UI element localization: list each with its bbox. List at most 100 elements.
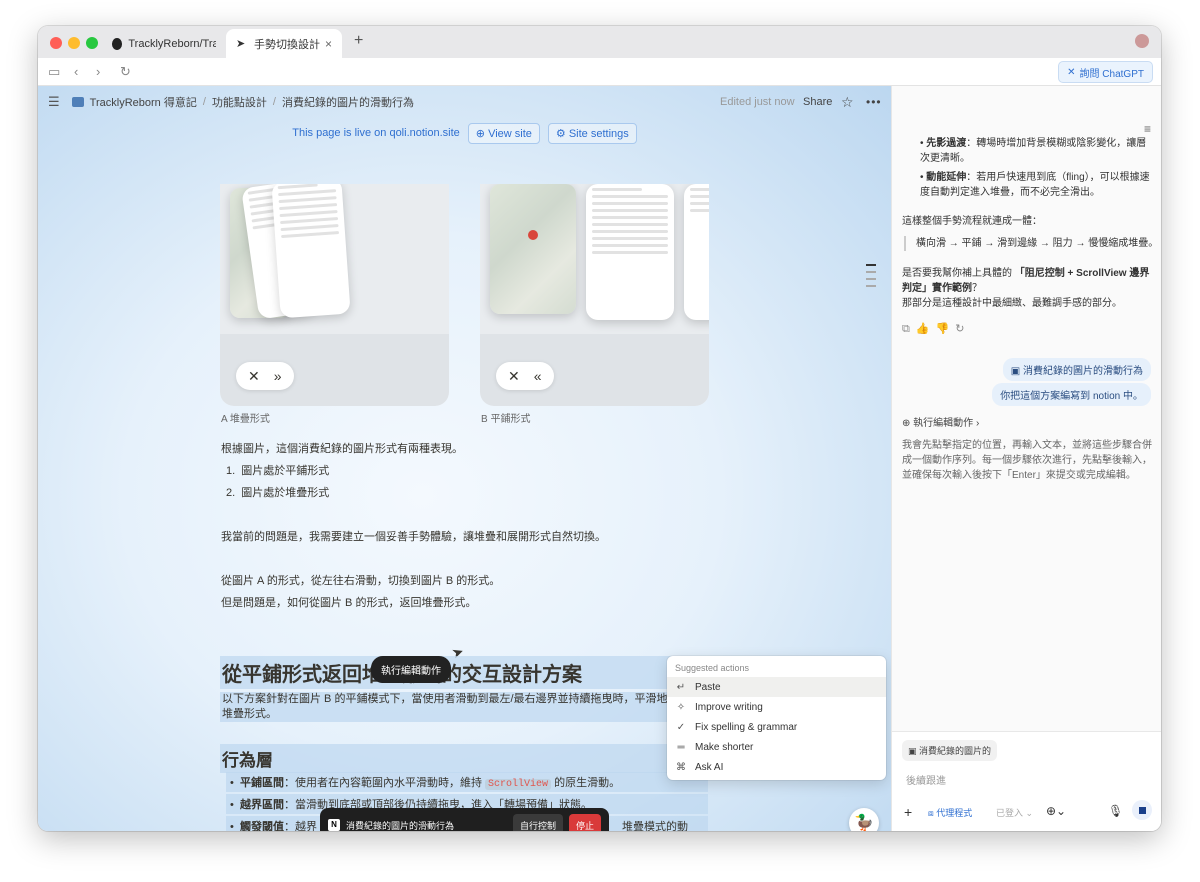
forward-icon[interactable]: ›	[96, 64, 100, 79]
tab-github[interactable]: TracklyReborn/Track	[102, 29, 226, 58]
paragraph[interactable]: 根據圖片，這個消費紀錄的圖片形式有兩種表現。	[221, 440, 463, 456]
bullet-text: 的原生滑動。	[551, 777, 621, 789]
reply-text: 那部分是這種設計中最細緻、最難調手感的部分。	[902, 298, 1122, 309]
breadcrumb-item[interactable]: 功能點設計	[212, 94, 267, 110]
menu-item-paste[interactable]: ↵ Paste	[667, 677, 886, 697]
lines-icon: ═	[677, 741, 685, 753]
action-toggle[interactable]: ⊕ 執行編輯動作 ›	[902, 416, 979, 431]
more-icon[interactable]: •••	[866, 95, 882, 109]
self-control-button[interactable]: 自行控制	[512, 813, 563, 831]
agent-mode-button[interactable]: ⧈ 代理程式	[928, 806, 972, 819]
globe-icon[interactable]: ⊕⌄	[1046, 804, 1066, 818]
agent-mode-label: 代理程式	[936, 808, 973, 818]
agent-task-label: 消費紀錄的圖片的滑動行為	[346, 820, 455, 831]
reply-bullet: • 動能延伸：若用戶快速甩到底（fling），可以根據速度自動判定進入堆疊，而不…	[920, 172, 1150, 198]
bullet-bold: 平鋪區間	[239, 777, 284, 789]
collapse-icon[interactable]: «	[534, 368, 542, 384]
image-caption: B 平鋪形式	[481, 414, 531, 425]
add-icon[interactable]: +	[904, 804, 912, 820]
notion-ai-duck-icon[interactable]: 🦆	[849, 808, 879, 831]
menu-icon[interactable]: ☰	[48, 94, 60, 110]
chevron-down-icon: ⌄	[1025, 808, 1034, 818]
heading-1[interactable]: 從平鋪形式返回堆疊形式的交互設計方案	[220, 656, 710, 689]
menu-item-label: Fix spelling & grammar	[695, 721, 798, 733]
list-item[interactable]: 2. 圖片處於堆疊形式	[226, 484, 329, 500]
notion-page: ☰ TracklyReborn 得意記 / 功能點設計 / 消費紀錄的圖片的滑動…	[38, 86, 891, 831]
new-tab-button[interactable]: +	[354, 32, 363, 50]
breadcrumb-item[interactable]: TracklyReborn 得意記	[90, 94, 197, 110]
paragraph[interactable]: 以下方案針對在圖片 B 的平鋪模式下，當使用者滑動到最左/最右邊界並持續拖曳時，…	[220, 692, 710, 722]
bullet-text: ：使用者在內容範圍內水平滑動時，維持	[283, 777, 486, 789]
browser-window: TracklyReborn/Track ➤ 手勢切換設計 × + ▭ ‹ › ↻…	[38, 26, 1161, 831]
agent-icon: ⧈	[928, 808, 934, 818]
copy-icon[interactable]: ⧉	[902, 323, 916, 335]
profile-avatar[interactable]	[1135, 34, 1149, 48]
menu-item-ask-ai[interactable]: ⌘ Ask AI	[667, 757, 886, 777]
breadcrumb-item[interactable]: 消費紀錄的圖片的滑動行為	[282, 94, 414, 110]
heading-2[interactable]: 行為層	[220, 744, 710, 773]
list-item[interactable]: 1. 圖片處於平鋪形式	[226, 462, 329, 478]
paste-icon: ↵	[676, 681, 686, 693]
reply-blockquote: 橫向滑 → 平鋪 → 滑到邊緣 → 阻力 → 慢慢縮成堆疊。	[904, 236, 1158, 251]
minimize-window-button[interactable]	[68, 37, 80, 49]
ai-icon: ⌘	[676, 761, 686, 773]
login-label: 已登入	[996, 808, 1024, 818]
view-site-button[interactable]: ⊕ View site	[467, 122, 540, 144]
close-tab-icon[interactable]: ×	[325, 37, 332, 51]
menu-header: Suggested actions	[675, 663, 750, 673]
edit-action-tooltip: 執行編輯動作	[371, 656, 451, 683]
menu-item-label: Improve writing	[695, 701, 763, 713]
thumbs-up-icon[interactable]: 👍	[916, 323, 936, 335]
action-label: 執行編輯動作	[913, 418, 974, 429]
chip-label: 消費紀錄的圖片的	[919, 746, 992, 756]
bullet-bold: 觸發閾值	[239, 821, 284, 831]
thumbs-down-icon[interactable]: 👎	[936, 323, 956, 335]
gear-icon: ⚙	[555, 127, 566, 140]
receipt-thumbnail	[271, 184, 351, 319]
stop-generation-button[interactable]	[1132, 800, 1152, 820]
close-icon[interactable]: ✕	[508, 368, 520, 385]
github-icon	[112, 37, 123, 50]
image-b-tiled[interactable]: ✕ «	[480, 184, 709, 406]
paragraph-text: 堆疊形式。	[222, 708, 277, 720]
menu-item-make-shorter[interactable]: ═ Make shorter	[667, 737, 886, 757]
back-icon[interactable]: ‹	[74, 64, 78, 79]
regenerate-icon[interactable]: ↻	[955, 323, 970, 335]
login-status[interactable]: 已登入 ⌄	[996, 806, 1033, 819]
expand-icon[interactable]: »	[274, 368, 282, 384]
stop-button[interactable]: 停止	[568, 813, 601, 831]
list-item-text: 圖片處於堆疊形式	[241, 487, 330, 499]
menu-item-fix-spelling[interactable]: ✓ Fix spelling & grammar	[667, 717, 886, 737]
zoom-window-button[interactable]	[86, 37, 98, 49]
site-settings-button[interactable]: ⚙ Site settings	[547, 122, 637, 144]
menu-item-improve-writing[interactable]: ✧ Improve writing	[667, 697, 886, 717]
notion-icon: ▣	[908, 746, 917, 756]
image-caption: A 堆疊形式	[221, 414, 270, 425]
sidebar-menu-icon[interactable]: ≡	[1144, 122, 1151, 136]
composer-input[interactable]: 後續跟進	[906, 772, 946, 787]
suggested-actions-menu: Suggested actions ↵ Paste ✧ Improve writin…	[667, 656, 886, 780]
close-icon[interactable]: ✕	[248, 368, 260, 385]
paragraph[interactable]: 但是問題是，如何從圖片 B 的形式，返回堆疊形式。	[221, 594, 476, 610]
ask-chatgpt-button[interactable]: ✕ 詢問 ChatGPT	[1058, 61, 1153, 83]
tab-gesture-design[interactable]: ➤ 手勢切換設計 ×	[226, 29, 342, 58]
share-button[interactable]: Share	[803, 96, 832, 108]
sidebar-toggle-icon[interactable]: ▭	[48, 64, 60, 80]
image-a-stacked[interactable]: ✕ »	[220, 184, 449, 406]
bullet-bold: 越界區間	[239, 799, 284, 811]
menu-item-label: Make shorter	[695, 741, 754, 753]
outline-indicator[interactable]	[866, 264, 876, 287]
close-window-button[interactable]	[50, 37, 62, 49]
bullet-item[interactable]: • 平鋪區間：使用者在內容範圍內水平滑動時，維持 ScrollView 的原生滑…	[226, 772, 708, 792]
reload-icon[interactable]: ↻	[120, 64, 131, 80]
paragraph[interactable]: 我當前的問題是，我需要建立一個妥善手勢體驗，讓堆疊和展開形式自然切換。	[221, 528, 606, 544]
composer-context-chip[interactable]: ▣ 消費紀錄的圖片的	[902, 740, 998, 761]
globe-icon: ⊕	[902, 418, 911, 429]
arrow-cursor-icon: ➤	[236, 37, 246, 50]
reply-actions: ⧉👍👎↻	[902, 322, 970, 337]
microphone-icon[interactable]: 🎙	[1108, 804, 1123, 818]
star-icon[interactable]: ☆	[841, 94, 854, 111]
menu-item-label: Ask AI	[695, 761, 724, 773]
paragraph[interactable]: 從圖片 A 的形式，從左往右滑動，切換到圖片 B 的形式。	[221, 572, 500, 588]
composer: ▣ 消費紀錄的圖片的 後續跟進 + ⧈ 代理程式 已登入 ⌄ ⊕⌄ 🎙	[892, 731, 1161, 831]
